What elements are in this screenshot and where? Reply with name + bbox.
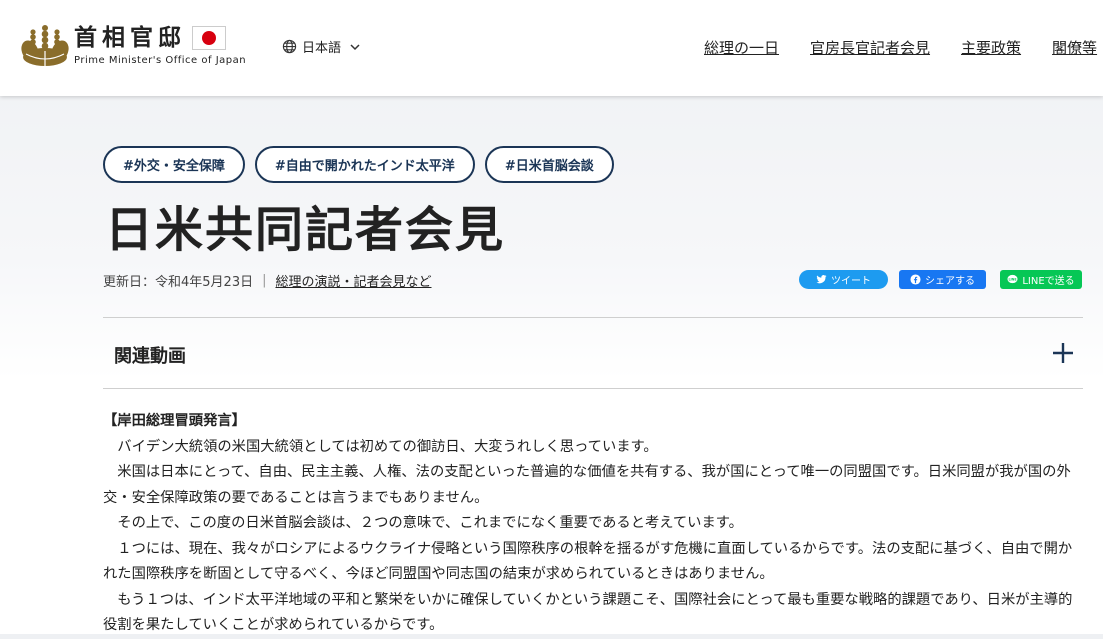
article-body: 【岸田総理冒頭発言】 バイデン大統領の米国大統領としては初めての御訪日、大変うれ… <box>103 409 1083 639</box>
facebook-share-button[interactable]: シェアする <box>899 270 986 289</box>
logo-jp-text: 首相官邸 <box>74 24 186 51</box>
facebook-icon <box>910 274 921 285</box>
paulownia-emblem-icon <box>21 25 69 67</box>
paragraph: 米国は日本にとって、自由、民主主義、人権、法の支配といった普遍的な価値を共有する… <box>103 464 1071 506</box>
paragraph: その上で、この度の日米首脳会談は、２つの意味で、これまでになく重要であると考えて… <box>103 515 743 531</box>
paragraph: １つには、現在、我々がロシアによるウクライナ侵略という国際秩序の根幹を揺るがす危… <box>103 540 1073 583</box>
tag-indo-pacific[interactable]: #自由で開かれたインド太平洋 <box>254 146 475 183</box>
tag-japan-us-summit[interactable]: #日米首脳会談 <box>484 146 614 183</box>
tag-diplomacy-security[interactable]: #外交・安全保障 <box>103 146 245 183</box>
page-meta: 更新日：令和4年5月23日 | 総理の演説・記者会見など <box>103 271 432 290</box>
nav-prime-minister-day[interactable]: 総理の一日 <box>704 37 779 58</box>
globe-icon <box>282 39 297 54</box>
twitter-share-button[interactable]: ツイート <box>799 270 888 289</box>
logo-text: 首相官邸 Prime Minister's Office of Japan <box>74 24 246 66</box>
site-header: 首相官邸 Prime Minister's Office of Japan 日本… <box>0 0 1103 96</box>
page-title: 日米共同記者会見 <box>105 202 506 258</box>
twitter-bird-icon <box>816 275 827 284</box>
language-selector[interactable]: 日本語 <box>282 37 361 56</box>
accordion-label: 関連動画 <box>114 346 186 367</box>
updated-date: 更新日：令和4年5月23日 <box>103 275 254 290</box>
twitter-share-label: ツイート <box>831 276 871 287</box>
chevron-down-icon <box>350 43 360 50</box>
line-share-label: LINEで送る <box>1022 276 1075 287</box>
paragraph: バイデン大統領の米国大統領としては初めての御訪日、大変うれしく思っています。 <box>103 438 658 455</box>
svg-text:LINE: LINE <box>1009 277 1017 281</box>
japan-flag-icon <box>192 26 226 50</box>
logo-en-text: Prime Minister's Office of Japan <box>74 55 247 66</box>
logo-title: 首相官邸 <box>74 24 246 52</box>
line-icon: LINE <box>1007 274 1018 284</box>
site-logo[interactable]: 首相官邸 Prime Minister's Office of Japan <box>20 24 246 68</box>
paragraph: もう１つは、インド太平洋地域の平和と繁栄をいかに確保していくかという課題こそ、国… <box>103 591 1073 634</box>
language-label: 日本語 <box>302 41 342 56</box>
main-nav: 総理の一日 官房長官記者会見 主要政策 閣僚等 <box>704 37 1103 58</box>
facebook-share-label: シェアする <box>925 276 975 287</box>
tag-list: #外交・安全保障 #自由で開かれたインド太平洋 #日米首脳会談 <box>103 146 624 183</box>
statement-heading: 【岸田総理冒頭発言】 <box>103 413 246 429</box>
nav-chief-cabinet-secretary[interactable]: 官房長官記者会見 <box>810 37 930 58</box>
meta-separator: | <box>262 273 267 288</box>
nav-key-policies[interactable]: 主要政策 <box>961 37 1021 58</box>
nav-cabinet-ministers[interactable]: 閣僚等 <box>1052 37 1097 58</box>
line-share-button[interactable]: LINE LINEで送る <box>1000 270 1082 289</box>
plus-icon <box>1053 343 1073 363</box>
category-link[interactable]: 総理の演説・記者会見など <box>275 271 431 290</box>
related-videos-accordion[interactable]: 関連動画 <box>103 317 1083 389</box>
